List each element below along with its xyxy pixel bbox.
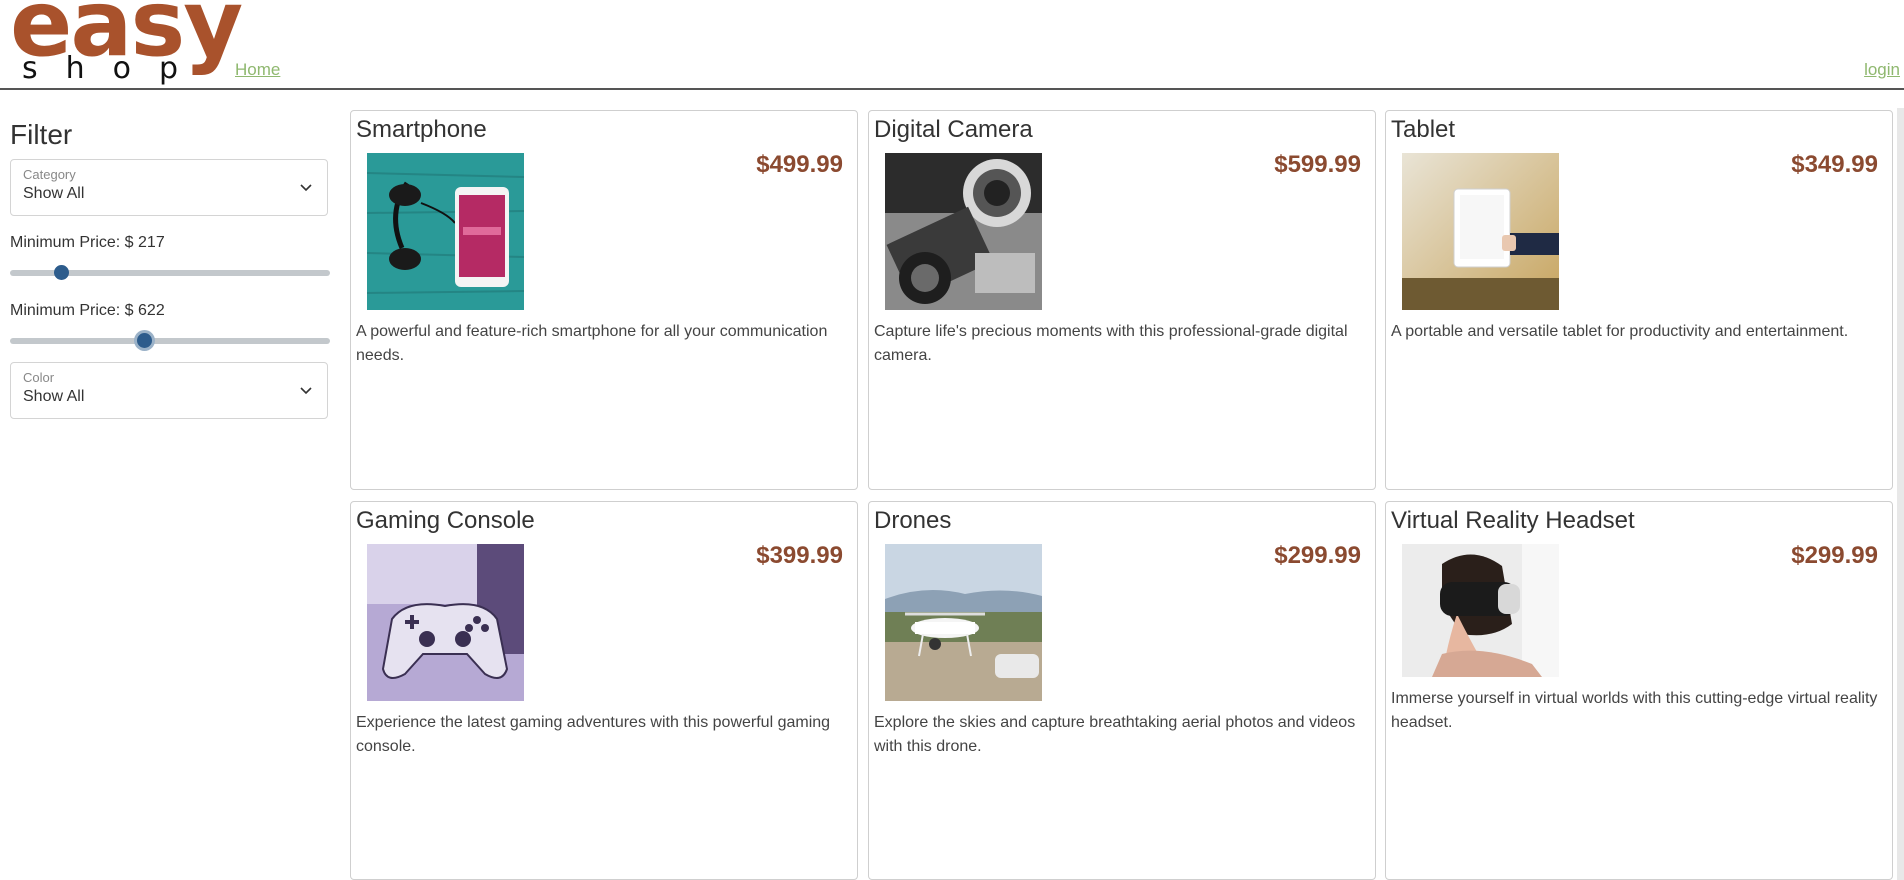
product-card[interactable]: Gaming Console $399.99 Experience the la… (350, 501, 858, 880)
product-description: Experience the latest gaming adventures … (356, 714, 831, 755)
product-description: Explore the skies and capture breathtaki… (874, 714, 1356, 755)
product-card[interactable]: Virtual Reality Headset $299.99 Immerse … (1385, 501, 1893, 880)
min-price-slider[interactable] (10, 260, 330, 284)
filter-sidebar: Filter Category Show All Minimum Price: … (10, 115, 330, 419)
product-name[interactable]: Digital Camera (874, 116, 1033, 144)
slider-thumb[interactable] (137, 333, 153, 348)
product-description: A portable and versatile tablet for prod… (1391, 323, 1849, 340)
scrollbar[interactable] (1897, 108, 1904, 880)
category-label: Category (23, 167, 76, 182)
max-price-label: Minimum Price: $ 622 (10, 302, 165, 319)
product-price: $299.99 (1274, 542, 1361, 569)
product-name[interactable]: Virtual Reality Headset (1391, 507, 1635, 535)
home-link[interactable]: Home (235, 60, 280, 80)
min-price-label: Minimum Price: $ 217 (10, 234, 165, 251)
category-value: Show All (23, 184, 85, 202)
product-image-gaming-console[interactable] (367, 544, 524, 701)
product-description: Capture life's precious moments with thi… (874, 323, 1348, 364)
product-name[interactable]: Gaming Console (356, 507, 535, 535)
product-price: $499.99 (756, 151, 843, 178)
product-price: $599.99 (1274, 151, 1361, 178)
color-label: Color (23, 370, 55, 385)
login-link[interactable]: login (1864, 60, 1900, 80)
product-card[interactable]: Smartphone $499.99 A powerful and featur… (350, 110, 858, 490)
product-name[interactable]: Drones (874, 507, 951, 535)
product-image-vr-headset[interactable] (1402, 544, 1559, 677)
chevron-down-icon (300, 184, 312, 192)
product-card[interactable]: Tablet $349.99 A portable and versatile … (1385, 110, 1893, 490)
product-card[interactable]: Digital Camera $599.99 Capture life's pr… (868, 110, 1376, 490)
color-value: Show All (23, 387, 85, 405)
product-price: $299.99 (1791, 542, 1878, 569)
product-image-tablet[interactable] (1402, 153, 1559, 310)
max-price-slider[interactable] (10, 328, 330, 352)
product-price: $349.99 (1791, 151, 1878, 178)
filter-title: Filter (10, 119, 73, 150)
product-name[interactable]: Tablet (1391, 116, 1455, 144)
product-description: Immerse yourself in virtual worlds with … (1391, 690, 1878, 731)
slider-track (10, 338, 330, 344)
logo-subtitle: shop (22, 51, 207, 86)
category-select[interactable]: Category Show All (10, 159, 328, 216)
color-select[interactable]: Color Show All (10, 362, 328, 419)
site-header: easy shop Home login (0, 0, 1904, 90)
product-price: $399.99 (756, 542, 843, 569)
chevron-down-icon (300, 387, 312, 395)
product-image-drone[interactable] (885, 544, 1042, 701)
product-image-smartphone[interactable] (367, 153, 524, 310)
slider-thumb[interactable] (54, 265, 70, 280)
product-image-digital-camera[interactable] (885, 153, 1042, 310)
easyshop-logo[interactable]: easy shop (10, 0, 243, 88)
product-description: A powerful and feature-rich smartphone f… (356, 323, 828, 364)
product-card[interactable]: Drones $299.99 Explore the skies and cap… (868, 501, 1376, 880)
product-name[interactable]: Smartphone (356, 116, 487, 144)
